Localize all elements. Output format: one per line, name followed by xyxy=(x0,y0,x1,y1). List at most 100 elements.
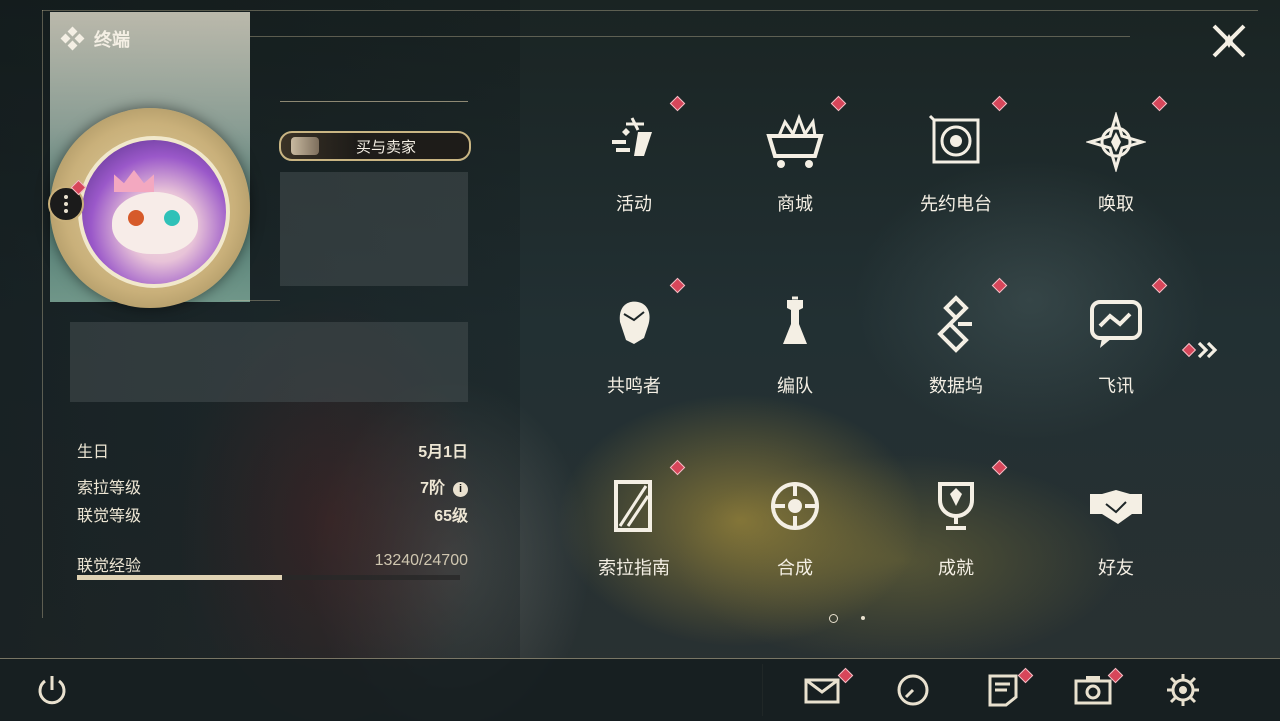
camera-button[interactable] xyxy=(1073,670,1113,710)
terminal-header: 终端 xyxy=(60,26,130,52)
radio-icon xyxy=(928,114,980,164)
menu-tile-guidebook[interactable]: 索拉指南 xyxy=(574,452,694,602)
menu-tile-label: 编队 xyxy=(777,376,813,396)
close-button[interactable] xyxy=(1200,12,1258,70)
union-xp-row: 联觉经验 13240/24700 xyxy=(77,552,468,576)
notification-badge xyxy=(830,95,847,112)
menu-tile-radio[interactable]: 先约电台 xyxy=(896,88,1016,238)
data-bank-icon xyxy=(937,295,972,353)
union-level-value: 65级 xyxy=(434,508,468,525)
diamond-cluster-icon xyxy=(60,26,85,51)
menu-tile-label: 好友 xyxy=(1098,558,1134,578)
more-dot-icon xyxy=(64,195,68,199)
avatar-eye-left xyxy=(128,210,144,226)
redacted-name-block xyxy=(280,172,468,286)
next-page-button[interactable] xyxy=(1181,340,1220,360)
more-dot-icon xyxy=(64,209,68,213)
guidebook-icon xyxy=(614,480,652,532)
chat-bubble-icon xyxy=(1090,300,1142,348)
menu-tile-label: 商城 xyxy=(777,194,813,214)
union-xp-fill xyxy=(77,575,283,580)
union-xp-label: 联觉经验 xyxy=(77,558,142,575)
birthday-label: 生日 xyxy=(77,444,110,461)
birthday-row: 生日 5月1日 xyxy=(77,438,468,462)
avatar[interactable] xyxy=(78,136,230,288)
frame-top-line xyxy=(42,10,1258,11)
activity-icon xyxy=(612,117,652,156)
notification-badge xyxy=(669,277,686,294)
sola-level-value-wrap: 7阶 i xyxy=(420,474,468,498)
info-icon[interactable]: i xyxy=(453,482,468,497)
notification-badge xyxy=(991,459,1008,476)
next-page-badge xyxy=(1181,342,1197,358)
menu-tile-label: 成就 xyxy=(938,558,974,578)
menu-tile-synthesis[interactable]: 合成 xyxy=(735,452,855,602)
union-level-row: 联觉等级 65级 xyxy=(77,502,468,526)
close-x-icon xyxy=(1212,24,1246,58)
avatar-face xyxy=(112,192,198,254)
menu-tile-trophy[interactable]: 成就 xyxy=(896,452,1016,602)
power-button[interactable] xyxy=(32,670,72,710)
notification-badge xyxy=(669,459,686,476)
frame-left-line xyxy=(42,10,43,618)
menu-tile-data-bank[interactable]: 数据坞 xyxy=(896,270,1016,420)
menu-tile-team-chess[interactable]: 编队 xyxy=(735,270,855,420)
birthday-value: 5月1日 xyxy=(418,444,468,461)
page-title: 终端 xyxy=(94,30,130,50)
notification-badge xyxy=(669,95,686,112)
settings-button[interactable] xyxy=(1163,670,1203,710)
menu-tile-chat-bubble[interactable]: 飞讯 xyxy=(1056,270,1176,420)
redacted-signature-block xyxy=(70,322,468,402)
union-xp-bar xyxy=(77,575,460,580)
trophy-icon xyxy=(938,482,974,530)
notice-icon xyxy=(988,674,1018,707)
synthesis-icon xyxy=(771,482,819,530)
team-chess-icon xyxy=(783,296,807,344)
mail-icon xyxy=(804,678,840,704)
sola-level-value: 7阶 xyxy=(420,480,445,497)
menu-tile-handshake[interactable]: 好友 xyxy=(1056,452,1176,602)
avatar-crown xyxy=(114,170,154,192)
menu-tile-label: 索拉指南 xyxy=(598,558,670,578)
clock-button[interactable] xyxy=(893,670,933,710)
menu-tile-label: 数据坞 xyxy=(929,376,983,396)
menu-tile-convene-compass[interactable]: 唤取 xyxy=(1056,88,1176,238)
avatar-eye-right xyxy=(164,210,180,226)
convene-compass-icon xyxy=(1086,112,1146,172)
menu-tile-activity[interactable]: 活动 xyxy=(574,88,694,238)
mail-button[interactable] xyxy=(803,670,843,710)
union-level-label: 联觉等级 xyxy=(77,508,142,525)
shop-basket-icon xyxy=(766,113,824,168)
menu-tile-label: 飞讯 xyxy=(1098,376,1134,396)
menu-tile-label: 活动 xyxy=(616,194,652,214)
title-badge-label: 买与卖家 xyxy=(355,138,416,156)
notification-badge xyxy=(991,277,1008,294)
notification-badge xyxy=(1151,95,1168,112)
notice-button[interactable] xyxy=(983,670,1023,710)
handshake-icon xyxy=(1090,490,1142,524)
sola-level-label: 索拉等级 xyxy=(77,480,142,497)
title-badge-thumb xyxy=(291,137,319,155)
menu-tile-label: 唤取 xyxy=(1098,194,1134,214)
menu-tile-resonator-portrait[interactable]: 共鸣者 xyxy=(574,270,694,420)
frame-inner-line xyxy=(250,36,1130,37)
menu-tile-label: 共鸣者 xyxy=(607,376,661,396)
more-dot-icon xyxy=(64,202,68,206)
clock-icon xyxy=(897,674,929,706)
camera-icon xyxy=(1074,676,1112,705)
notification-badge xyxy=(991,95,1008,112)
menu-tile-shop-basket[interactable]: 商城 xyxy=(735,88,855,238)
power-icon xyxy=(38,676,66,705)
page-indicator xyxy=(861,616,865,620)
union-xp-value: 13240/24700 xyxy=(374,552,468,569)
page-indicator-active xyxy=(829,614,838,623)
avatar-separator-line xyxy=(230,300,280,301)
notification-badge xyxy=(1151,277,1168,294)
sola-level-row: 索拉等级 7阶 i xyxy=(77,474,468,498)
double-chevron-right-icon xyxy=(1197,341,1218,359)
title-badge[interactable]: 买与卖家 xyxy=(279,131,471,161)
settings-gear-icon xyxy=(1167,674,1199,706)
name-underline xyxy=(280,101,468,102)
resonator-portrait-icon xyxy=(619,301,650,344)
menu-tile-label: 先约电台 xyxy=(920,194,992,214)
